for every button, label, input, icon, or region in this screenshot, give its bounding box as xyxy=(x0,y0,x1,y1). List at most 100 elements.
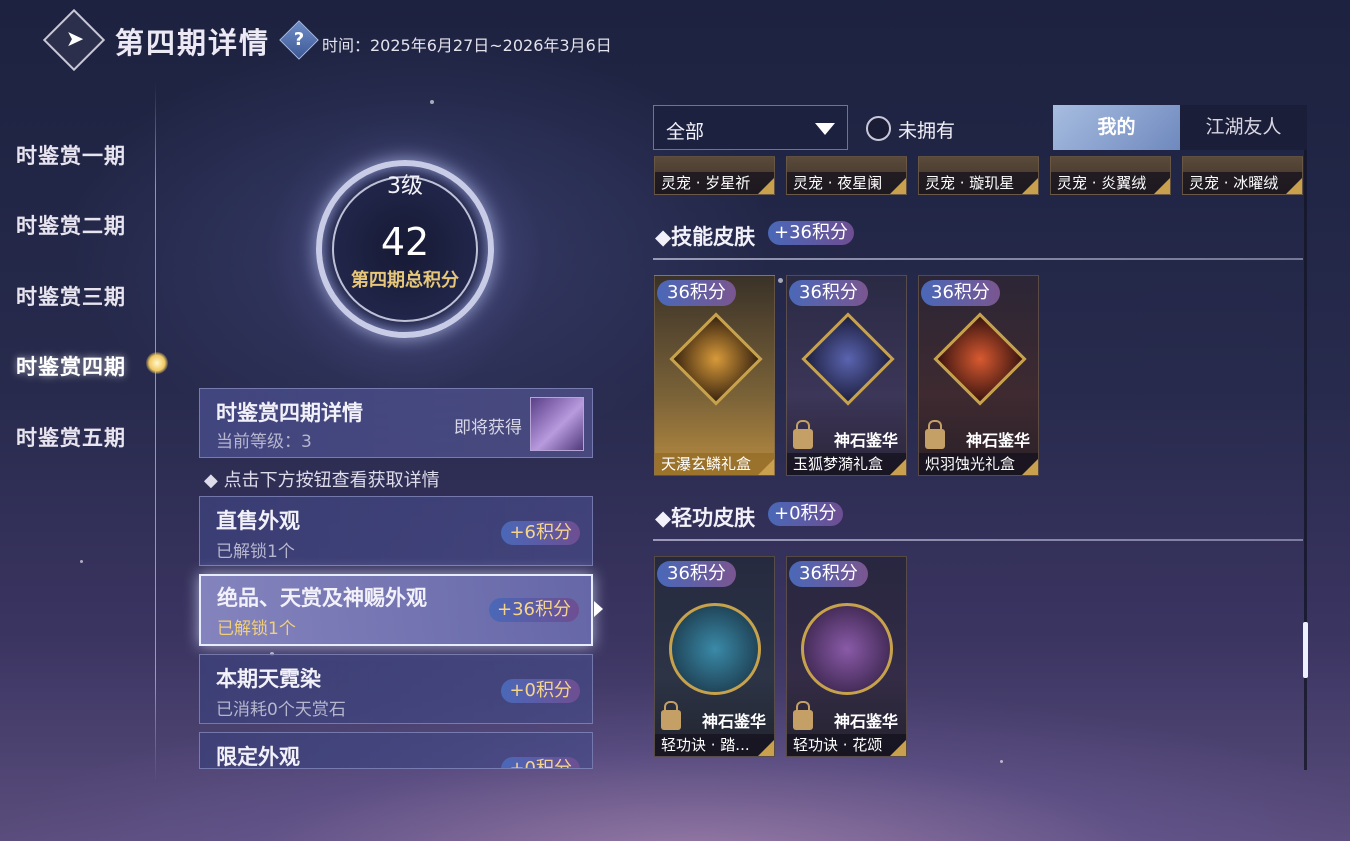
nav-divider xyxy=(155,82,156,782)
reward-thumbnail[interactable] xyxy=(530,397,584,451)
current-level: 当前等级：3 xyxy=(216,432,312,452)
scrollbar-thumb[interactable] xyxy=(1303,622,1308,678)
period-text: 时间：2025年6月27日~2026年3月6日 xyxy=(322,36,612,55)
nav-item-period-1[interactable]: 时鉴赏一期 xyxy=(16,140,126,170)
item-name: 玉狐梦漪礼盒 xyxy=(787,453,906,475)
level-text: 3级 xyxy=(387,174,423,199)
nav-item-period-4[interactable]: 时鉴赏四期 xyxy=(16,351,126,381)
pet-name: 灵宠 · 璇玑星 xyxy=(919,172,1038,194)
lock-icon xyxy=(661,701,681,730)
pet-name: 灵宠 · 冰曜绒 xyxy=(1183,172,1302,194)
pet-tile[interactable]: 灵宠 · 冰曜绒 xyxy=(1182,156,1303,195)
tile-corner xyxy=(890,459,906,475)
tile-corner xyxy=(1022,178,1038,194)
tab-friends[interactable]: 江湖友人 xyxy=(1180,105,1307,150)
item-points: 36积分 xyxy=(789,561,868,587)
lock-icon xyxy=(925,420,945,449)
item-points: 36积分 xyxy=(789,280,868,306)
tile-corner xyxy=(1154,178,1170,194)
tile-corner xyxy=(758,178,774,194)
detail-title: 时鉴赏四期详情 xyxy=(216,400,363,425)
tab-mine[interactable]: 我的 xyxy=(1053,105,1180,150)
sparkle xyxy=(1000,760,1003,763)
pet-tile[interactable]: 灵宠 · 夜星阑 xyxy=(786,156,907,195)
category-points: +36积分 xyxy=(489,598,579,622)
category-points: +6积分 xyxy=(501,521,580,545)
category-points: +0积分 xyxy=(501,679,580,703)
tile-corner xyxy=(1022,459,1038,475)
section-title-skill: ◆技能皮肤 xyxy=(655,224,756,249)
category-dye[interactable]: 本期天霓染 已消耗0个天赏石 +0积分 xyxy=(199,654,593,724)
tile-corner xyxy=(1286,178,1302,194)
tile-corner xyxy=(890,740,906,756)
skin-tile[interactable]: 36积分 神石鉴华 玉狐梦漪礼盒 xyxy=(786,275,907,476)
pet-tile[interactable]: 灵宠 · 璇玑星 xyxy=(918,156,1039,195)
pet-name: 灵宠 · 岁星祈 xyxy=(655,172,774,194)
sparkle xyxy=(430,100,434,104)
category-title: 本期天霓染 xyxy=(216,666,321,691)
category-sub: 已解锁1个 xyxy=(217,619,296,639)
item-source: 神石鉴华 xyxy=(701,712,766,731)
hint-text: ◆ 点击下方按钮查看获取详情 xyxy=(204,470,440,491)
category-points: +0积分 xyxy=(501,757,580,768)
not-owned-label[interactable]: 未拥有 xyxy=(898,116,955,143)
section-points: +0积分 xyxy=(768,502,843,526)
pet-tile[interactable]: 灵宠 · 岁星祈 xyxy=(654,156,775,195)
item-name: 轻功诀 · 踏... xyxy=(655,734,774,756)
tile-corner xyxy=(758,459,774,475)
item-name: 炽羽蚀光礼盒 xyxy=(919,453,1038,475)
skin-tile[interactable]: 36积分 天瀑玄鳞礼盒 xyxy=(654,275,775,476)
category-title: 绝品、天赏及神赐外观 xyxy=(217,585,427,610)
total-score: 42 xyxy=(380,220,430,264)
filter-dropdown[interactable]: 全部 xyxy=(653,105,848,150)
sparkle xyxy=(778,278,783,283)
category-title: 直售外观 xyxy=(216,508,300,533)
category-premium[interactable]: 绝品、天赏及神赐外观 已解锁1个 +36积分 xyxy=(199,574,593,646)
skin-tile[interactable]: 36积分 神石鉴华 轻功诀 · 花颂 xyxy=(786,556,907,757)
item-source: 神石鉴华 xyxy=(833,712,898,731)
category-sub: 已解锁1个 xyxy=(216,542,295,562)
question-icon[interactable]: ? xyxy=(285,26,313,54)
item-points: 36积分 xyxy=(657,280,736,306)
skin-emblem-icon xyxy=(801,312,895,406)
total-score-label: 第四期总积分 xyxy=(351,270,459,291)
item-name: 天瀑玄鳞礼盒 xyxy=(655,453,774,475)
item-points: 36积分 xyxy=(921,280,1000,306)
skin-tile[interactable]: 36积分 神石鉴华 炽羽蚀光礼盒 xyxy=(918,275,1039,476)
active-marker-icon xyxy=(146,352,168,374)
selected-arrow-icon xyxy=(594,601,603,617)
nav-item-period-3[interactable]: 时鉴赏三期 xyxy=(16,281,126,311)
skin-tile[interactable]: 36积分 神石鉴华 轻功诀 · 踏... xyxy=(654,556,775,757)
qinggong-emblem-icon xyxy=(801,603,893,695)
category-title: 限定外观 xyxy=(216,744,300,769)
item-name: 轻功诀 · 花颂 xyxy=(787,734,906,756)
category-limited[interactable]: 限定外观 +0积分 xyxy=(199,732,593,769)
category-sub: 已消耗0个天赏石 xyxy=(216,700,346,720)
nav-item-period-2[interactable]: 时鉴赏二期 xyxy=(16,210,126,240)
section-divider xyxy=(653,258,1303,260)
nav-item-period-5[interactable]: 时鉴赏五期 xyxy=(16,422,126,452)
section-divider xyxy=(653,539,1303,541)
lock-icon xyxy=(793,420,813,449)
coming-soon-label: 即将获得 xyxy=(454,418,522,438)
category-direct-sale[interactable]: 直售外观 已解锁1个 +6积分 xyxy=(199,496,593,566)
skin-emblem-icon xyxy=(669,312,763,406)
item-source: 神石鉴华 xyxy=(833,431,898,450)
filter-dropdown-value: 全部 xyxy=(666,121,705,143)
item-source: 神石鉴华 xyxy=(965,431,1030,450)
pet-tile[interactable]: 灵宠 · 炎翼绒 xyxy=(1050,156,1171,195)
not-owned-radio[interactable] xyxy=(866,116,891,141)
pet-name: 灵宠 · 夜星阑 xyxy=(787,172,906,194)
section-title-text: 技能皮肤 xyxy=(671,224,756,249)
tile-corner xyxy=(890,178,906,194)
skin-emblem-icon xyxy=(933,312,1027,406)
chevron-down-icon xyxy=(815,123,835,135)
section-points: +36积分 xyxy=(768,221,854,245)
section-title-qinggong: ◆轻功皮肤 xyxy=(655,505,756,530)
item-points: 36积分 xyxy=(657,561,736,587)
qinggong-emblem-icon xyxy=(669,603,761,695)
back-arrow-icon[interactable]: ➤ xyxy=(60,26,90,54)
lock-icon xyxy=(793,701,813,730)
period-detail-card[interactable]: 时鉴赏四期详情 当前等级：3 即将获得 xyxy=(199,388,593,458)
tile-corner xyxy=(758,740,774,756)
